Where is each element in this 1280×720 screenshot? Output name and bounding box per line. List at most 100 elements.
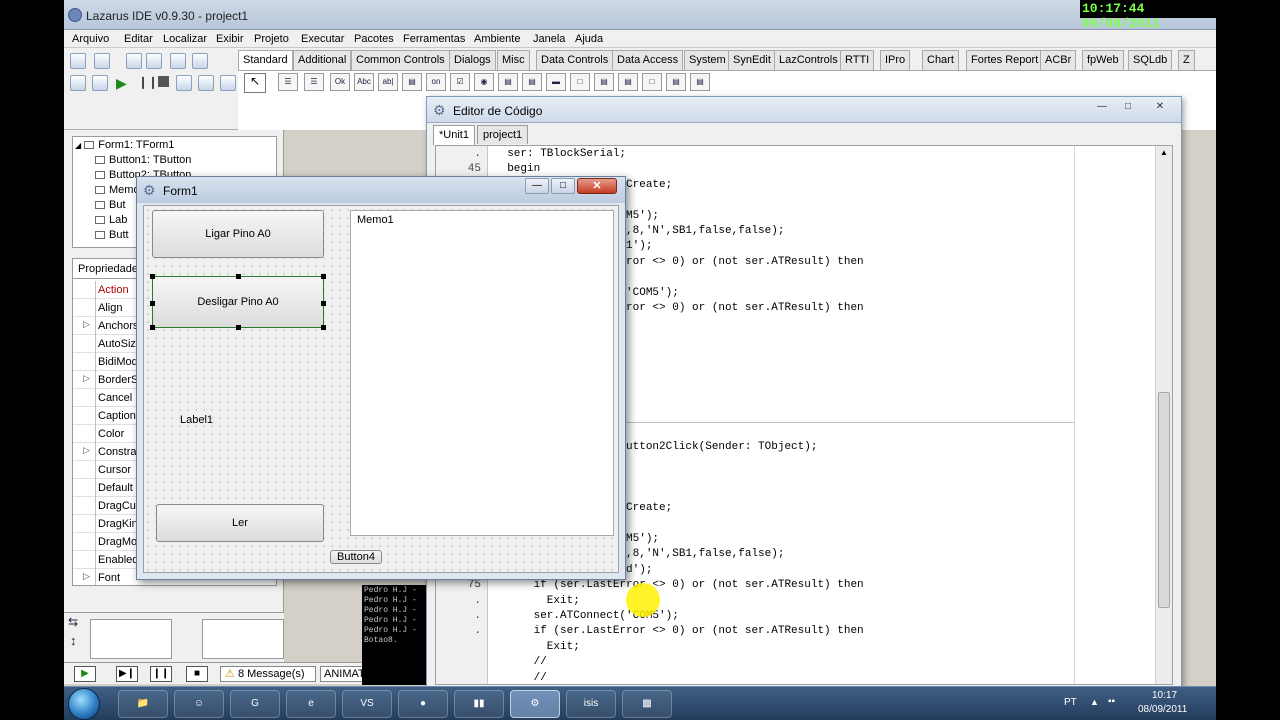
- code-line[interactable]: if (ser.LastError <> 0) or (not ser.ATRe…: [494, 579, 864, 591]
- tpopupmenu-icon[interactable]: ☰: [304, 73, 324, 91]
- close-button[interactable]: ✕: [1149, 100, 1171, 116]
- taskbar-cmd-icon[interactable]: ▩: [622, 690, 672, 718]
- tab-data-access[interactable]: Data Access: [612, 50, 684, 70]
- menu-exibir[interactable]: Exibir: [216, 33, 244, 45]
- selection-grab-handle[interactable]: [321, 274, 326, 279]
- taskbar-people-icon[interactable]: ☺: [174, 690, 224, 718]
- code-line[interactable]: //: [494, 672, 547, 684]
- taskbar-lazarus-icon[interactable]: ⚙: [510, 690, 560, 718]
- toggle-form-icon[interactable]: [192, 53, 208, 69]
- menu-ambiente[interactable]: Ambiente: [474, 33, 520, 45]
- tcombobox-icon[interactable]: ▤: [522, 73, 542, 91]
- selection-grab-handle[interactable]: [150, 325, 155, 330]
- tab-fpweb[interactable]: fpWeb: [1082, 50, 1124, 70]
- taskbar-rc-icon[interactable]: ●: [398, 690, 448, 718]
- taskbar-vsc-icon[interactable]: VS: [342, 690, 392, 718]
- run-icon[interactable]: ▶: [116, 75, 127, 92]
- tree-item-button[interactable]: But: [95, 199, 126, 211]
- vertical-arrows-icon[interactable]: ↕: [70, 633, 77, 648]
- pause-icon[interactable]: ❙❙: [138, 75, 158, 89]
- tradiogroup-icon[interactable]: ▤: [594, 73, 614, 91]
- tree-item-button1[interactable]: Button1: TButton: [95, 154, 191, 166]
- tree-item-button-b[interactable]: Butt: [95, 229, 129, 241]
- save-all-icon[interactable]: [146, 53, 162, 69]
- tab-z[interactable]: Z: [1178, 50, 1195, 70]
- maximize-button[interactable]: □: [551, 178, 575, 194]
- tbutton-icon[interactable]: Ok: [330, 73, 350, 91]
- tab-chart[interactable]: Chart: [922, 50, 959, 70]
- view-units-icon[interactable]: [70, 75, 86, 91]
- close-button[interactable]: ✕: [577, 178, 617, 194]
- vertical-scrollbar[interactable]: ▲: [1155, 146, 1172, 684]
- expand-arrow-icon[interactable]: ▷: [83, 373, 90, 384]
- start-button[interactable]: [68, 688, 100, 720]
- menu-localizar[interactable]: Localizar: [163, 33, 207, 45]
- tgroupbox-icon[interactable]: □: [570, 73, 590, 91]
- code-line[interactable]: //: [494, 656, 547, 668]
- tree-item-form1[interactable]: ◢ Form1: TForm1: [75, 139, 174, 151]
- tscrollbar-icon[interactable]: ▬: [546, 73, 566, 91]
- save-icon[interactable]: [126, 53, 142, 69]
- tab-properties[interactable]: Propriedades: [72, 258, 144, 278]
- tab-common-controls[interactable]: Common Controls: [351, 50, 450, 70]
- tab-lazcontrols[interactable]: LazControls: [774, 50, 843, 70]
- minimize-button[interactable]: —: [1091, 100, 1113, 116]
- taskbar-ie-icon[interactable]: e: [286, 690, 336, 718]
- new-unit-icon[interactable]: [70, 53, 86, 69]
- tab-ipro[interactable]: IPro: [880, 50, 911, 70]
- network-icon[interactable]: ▪▪: [1108, 696, 1115, 707]
- open-icon[interactable]: [94, 53, 110, 69]
- tray-time[interactable]: 10:17: [1152, 690, 1177, 701]
- tframe-icon[interactable]: ▤: [666, 73, 686, 91]
- tab-data-controls[interactable]: Data Controls: [536, 50, 614, 70]
- tcheckbox-icon[interactable]: ☑: [450, 73, 470, 91]
- step-over-icon[interactable]: [198, 75, 214, 91]
- expand-arrow-icon[interactable]: ▷: [83, 571, 90, 582]
- new-form-icon[interactable]: [170, 53, 186, 69]
- tree-item-memo[interactable]: Memo: [95, 184, 140, 196]
- taskbar-isis-icon[interactable]: isis: [566, 690, 616, 718]
- tactionlist-icon[interactable]: ▤: [690, 73, 710, 91]
- step-into-icon[interactable]: [176, 75, 192, 91]
- menu-ferramentas[interactable]: Ferramentas: [403, 33, 465, 45]
- menu-janela[interactable]: Janela: [533, 33, 565, 45]
- taskbar-mid-icon[interactable]: ▮▮: [454, 690, 504, 718]
- menu-arquivo[interactable]: Arquivo: [72, 33, 109, 45]
- tab-fortes-report[interactable]: Fortes Report: [966, 50, 1044, 70]
- selection-grab-handle[interactable]: [321, 325, 326, 330]
- expand-arrow-icon[interactable]: ▷: [83, 445, 90, 456]
- code-line[interactable]: if (ser.LastError <> 0) or (not ser.ATRe…: [494, 625, 864, 637]
- tradiobutton-icon[interactable]: ◉: [474, 73, 494, 91]
- tray-date[interactable]: 08/09/2011: [1138, 704, 1187, 715]
- expand-arrow-icon[interactable]: ▷: [83, 319, 90, 330]
- selection-grab-handle[interactable]: [236, 325, 241, 330]
- menu-projeto[interactable]: Projeto: [254, 33, 289, 45]
- selector-arrow-icon[interactable]: ↖: [244, 73, 266, 93]
- tedit-icon[interactable]: ab|: [378, 73, 398, 91]
- ler-button[interactable]: Ler: [156, 504, 324, 542]
- maximize-button[interactable]: □: [1117, 100, 1139, 116]
- tlabel-icon[interactable]: Abc: [354, 73, 374, 91]
- tab-acbr[interactable]: ACBr: [1040, 50, 1077, 70]
- tab-additional[interactable]: Additional: [293, 50, 352, 70]
- tree-item-label[interactable]: Lab: [95, 214, 127, 226]
- tmemo-icon[interactable]: ▤: [402, 73, 422, 91]
- run-to-cursor-icon[interactable]: [220, 75, 236, 91]
- button4[interactable]: Button4: [330, 550, 382, 564]
- selection-grab-handle[interactable]: [150, 301, 155, 306]
- tlistbox-icon[interactable]: ▤: [498, 73, 518, 91]
- tab-synedit[interactable]: SynEdit: [728, 50, 776, 70]
- tab-dialogs[interactable]: Dialogs: [449, 50, 496, 70]
- scroll-up-icon[interactable]: ▲: [1160, 148, 1168, 157]
- code-line[interactable]: ser: TBlockSerial;: [494, 148, 626, 160]
- swap-arrows-icon[interactable]: ⇆: [68, 615, 78, 629]
- code-line[interactable]: Exit;: [494, 641, 580, 653]
- selection-grab-handle[interactable]: [236, 274, 241, 279]
- stop-button-icon[interactable]: ■: [186, 666, 208, 682]
- menu-editar[interactable]: Editar: [124, 33, 153, 45]
- memo1[interactable]: Memo1: [350, 210, 614, 536]
- tab-rtti[interactable]: RTTI: [840, 50, 875, 70]
- tab-unit1[interactable]: *Unit1: [433, 125, 475, 145]
- tab-system[interactable]: System: [684, 50, 731, 70]
- stop-icon[interactable]: [158, 76, 169, 87]
